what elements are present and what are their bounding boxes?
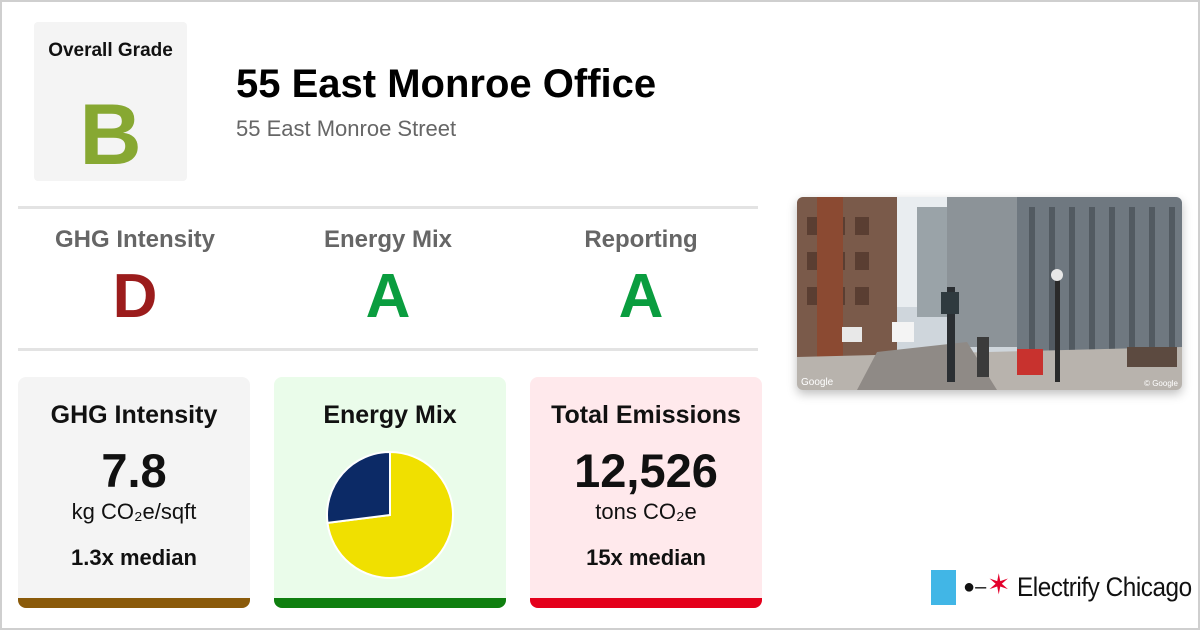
grade-energy-mix: Energy Mix A xyxy=(268,226,508,328)
overall-grade-value: B xyxy=(79,87,142,183)
grade-label: Reporting xyxy=(584,226,698,253)
divider-top xyxy=(18,206,758,209)
card-accent-bar xyxy=(18,598,250,608)
divider-middle xyxy=(18,348,758,351)
brand-name: Electrify Chicago xyxy=(1017,572,1192,602)
card-median: 15x median xyxy=(586,545,706,570)
flag-icon xyxy=(931,570,956,605)
building-name: 55 East Monroe Office xyxy=(236,62,657,106)
card-ghg-intensity: GHG Intensity 7.8 kg CO₂e/sqft 1.3x medi… xyxy=(18,377,250,608)
photo-copyright: © Google xyxy=(1144,379,1178,388)
energy-mix-pie-chart xyxy=(326,450,454,579)
overall-grade-box: Overall Grade B xyxy=(34,22,187,181)
grade-value: D xyxy=(112,262,158,331)
grade-ghg-intensity: GHG Intensity D xyxy=(15,226,255,328)
overall-grade-label: Overall Grade xyxy=(48,40,173,61)
card-accent-bar xyxy=(530,598,762,608)
plug-icon: ●– xyxy=(963,576,987,598)
grade-reporting: Reporting A xyxy=(521,226,761,328)
card-value: 7.8 xyxy=(101,444,167,497)
grade-value: A xyxy=(365,262,411,331)
grade-label: GHG Intensity xyxy=(54,226,216,253)
star-icon: ✶ xyxy=(987,569,1011,600)
building-address: 55 East Monroe Street xyxy=(236,116,457,141)
card-unit: tons CO₂e xyxy=(595,499,697,524)
pie-slice-1 xyxy=(326,450,391,525)
grade-label: Energy Mix xyxy=(323,226,453,253)
card-title: GHG Intensity xyxy=(50,401,218,429)
card-median: 1.3x median xyxy=(71,545,197,570)
card-accent-bar xyxy=(274,598,506,608)
card-title: Total Emissions xyxy=(551,401,741,429)
grade-value: A xyxy=(618,262,664,331)
photo-credit: Google xyxy=(801,377,834,388)
card-unit: kg CO₂e/sqft xyxy=(71,499,197,524)
card-total-emissions: Total Emissions 12,526 tons CO₂e 15x med… xyxy=(530,377,762,608)
card-energy-mix: Energy Mix xyxy=(274,377,506,608)
street-view-photo: Google © Google xyxy=(797,197,1182,390)
card-value: 12,526 xyxy=(574,444,718,497)
